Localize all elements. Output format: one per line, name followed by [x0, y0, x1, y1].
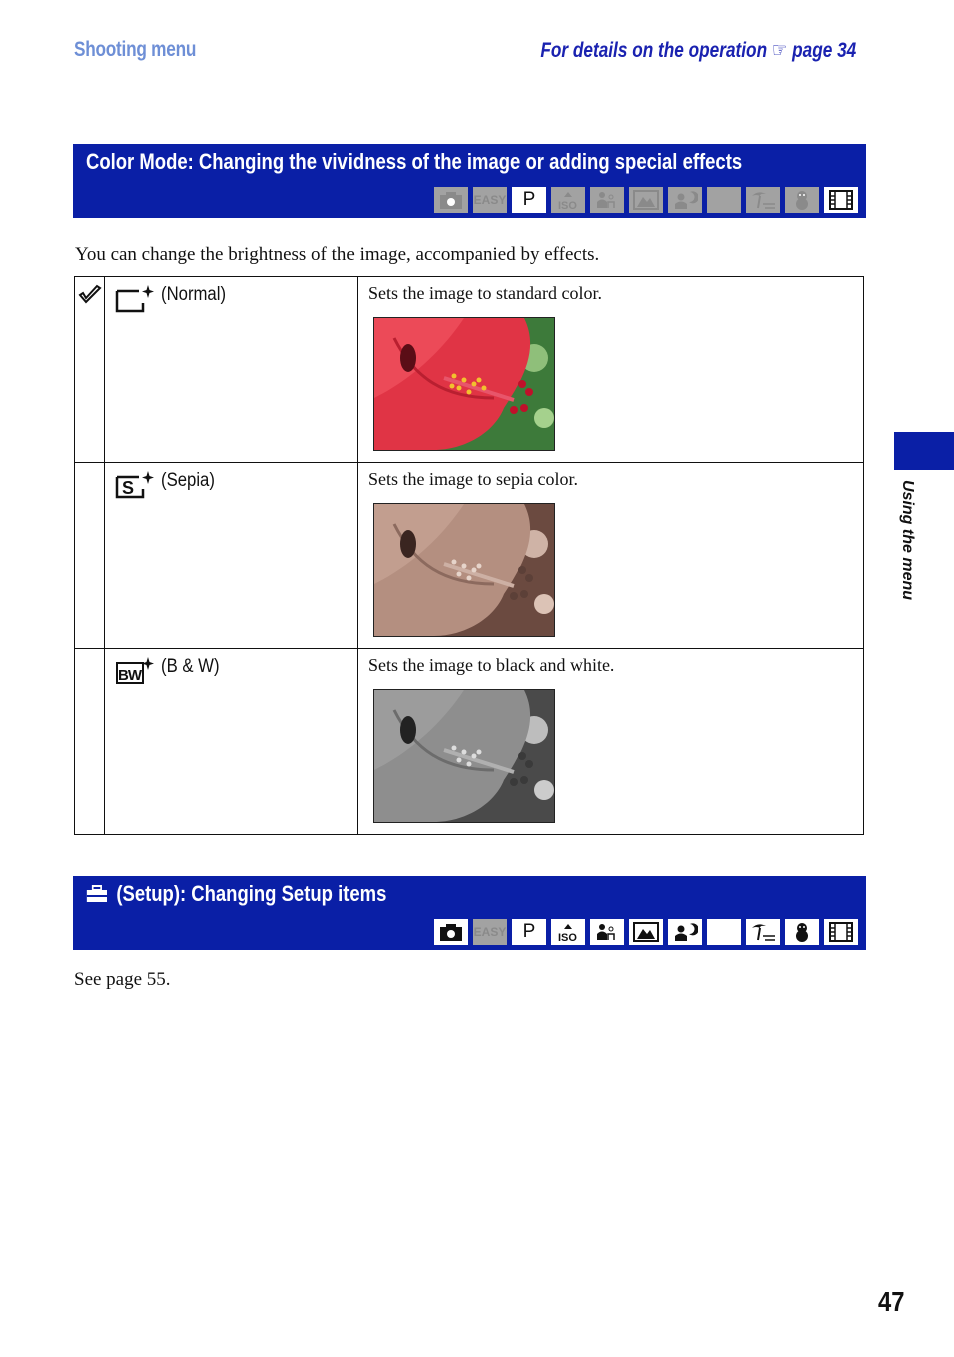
- default-marker-cell: [74, 648, 105, 835]
- option-name-cell: (Normal): [104, 276, 358, 463]
- option-description: Sets the image to black and white.: [368, 655, 615, 675]
- mode-auto-camera-icon: [434, 919, 468, 945]
- table-row: S (Sepia) Sets the image to sepia color.: [74, 462, 864, 649]
- mode-snow-icon: [785, 919, 819, 945]
- svg-text:BW: BW: [118, 667, 143, 684]
- mode-beach-icon: [746, 187, 780, 213]
- sepia-icon: S: [115, 471, 154, 499]
- table-row: BW (B & W) Sets the image to black and w…: [74, 648, 864, 835]
- mode-twilight-icon: [707, 919, 741, 945]
- option-label: (B & W): [161, 656, 220, 677]
- hibiscus-sepia-photo: [373, 503, 555, 637]
- option-description-cell: Sets the image to black and white.: [357, 648, 864, 835]
- applicable-modes: EASY P ISO: [434, 187, 858, 213]
- color-mode-options-table: (Normal) Sets the image to standard colo…: [74, 276, 864, 835]
- option-name-cell: BW (B & W): [104, 648, 358, 835]
- option-label: (Sepia): [161, 470, 215, 491]
- bw-icon: BW: [116, 657, 154, 684]
- page-reference: For details on the operation ☞ page 34: [540, 38, 856, 63]
- mode-beach-icon: [746, 919, 780, 945]
- mode-auto-camera-icon: [434, 187, 468, 213]
- normal-color-icon: [115, 285, 154, 313]
- option-label: (Normal): [161, 284, 227, 305]
- table-row: (Normal) Sets the image to standard colo…: [74, 276, 864, 463]
- mode-soft-snap-icon: [590, 187, 624, 213]
- setup-title-text: (Setup): Changing Setup items: [116, 881, 387, 906]
- option-description: Sets the image to standard color.: [368, 283, 602, 303]
- mode-program-icon: P: [512, 187, 546, 213]
- mode-twilight-portrait-icon: [668, 187, 702, 213]
- option-description-cell: Sets the image to standard color.: [357, 276, 864, 463]
- mode-movie-icon: [824, 919, 858, 945]
- hibiscus-bw-photo: [373, 689, 555, 823]
- color-mode-title: Color Mode: Changing the vividness of th…: [86, 149, 743, 174]
- default-marker-cell: [74, 276, 105, 463]
- section-header: Shooting menu: [74, 38, 197, 61]
- option-name-cell: S (Sepia): [104, 462, 358, 649]
- mode-program-icon: P: [512, 919, 546, 945]
- reference-text: For details on the operation: [540, 39, 767, 62]
- reference-page-link[interactable]: page 34: [792, 39, 856, 62]
- default-marker-cell: [74, 462, 105, 649]
- hibiscus-color-photo: [373, 317, 555, 451]
- mode-twilight-portrait-icon: [668, 919, 702, 945]
- page-number: 47: [878, 1286, 905, 1317]
- applicable-modes: EASY P ISO: [434, 919, 858, 945]
- see-page-reference: See page 55.: [74, 969, 171, 990]
- color-mode-banner: Color Mode: Changing the vividness of th…: [73, 144, 866, 218]
- intro-text: You can change the brightness of the ima…: [75, 244, 600, 265]
- setup-banner: (Setup): Changing Setup items EASY P ISO: [73, 876, 866, 950]
- svg-text:ISO: ISO: [558, 932, 577, 942]
- mode-easy-icon: EASY: [473, 919, 507, 945]
- svg-text:ISO: ISO: [558, 200, 577, 210]
- chapter-tab: [894, 432, 954, 470]
- option-description-cell: Sets the image to sepia color.: [357, 462, 864, 649]
- mode-snow-icon: [785, 187, 819, 213]
- pointing-hand-icon: ☞: [771, 39, 788, 62]
- mode-soft-snap-icon: [590, 919, 624, 945]
- mode-twilight-icon: [707, 187, 741, 213]
- toolbox-icon: [86, 885, 107, 902]
- chapter-tab-label: Using the menu: [899, 480, 916, 601]
- option-description: Sets the image to sepia color.: [368, 469, 578, 489]
- mode-landscape-icon: [629, 187, 663, 213]
- checkmark-icon: [78, 284, 102, 304]
- mode-easy-icon: EASY: [473, 187, 507, 213]
- mode-high-iso-icon: ISO: [551, 187, 585, 213]
- svg-text:S: S: [122, 478, 134, 498]
- mode-movie-icon: [824, 187, 858, 213]
- mode-landscape-icon: [629, 919, 663, 945]
- setup-title: (Setup): Changing Setup items: [86, 881, 386, 907]
- mode-high-iso-icon: ISO: [551, 919, 585, 945]
